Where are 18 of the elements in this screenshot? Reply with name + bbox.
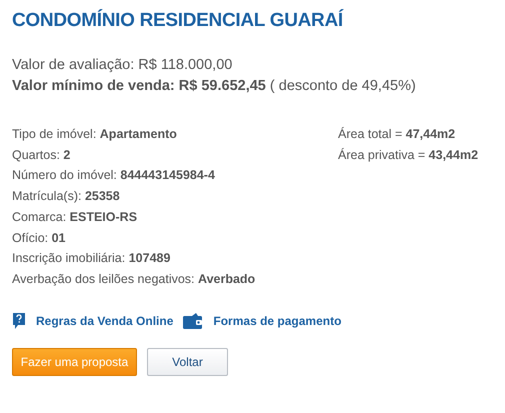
help-icon — [12, 312, 26, 330]
minimum-sale-value: Valor mínimo de venda: R$ 59.652,45 ( desconto de 49,45%) — [12, 77, 417, 96]
area-detail: Área total = 47,44m2 — [338, 126, 456, 143]
property-detail: Número do imóvel: 844443145984-4 — [12, 167, 216, 184]
property-detail: Ofício: 01 — [12, 230, 66, 247]
info-link[interactable]: Formas de pagamento — [213, 314, 342, 328]
property-detail: Comarca: ESTEIO-RS — [12, 208, 138, 226]
property-detail: Quartos: 2 — [12, 146, 72, 164]
area-detail: Área privativa = 43,44m2 — [338, 146, 478, 164]
property-detail: Inscrição imobiliária: 107489 — [12, 250, 172, 268]
property-title: CONDOMÍNIO RESIDENCIAL GUARAÍ — [12, 10, 344, 32]
property-detail: Matrícula(s): 25358 — [12, 188, 121, 206]
info-link[interactable]: Regras da Venda Online — [36, 314, 174, 328]
back-button[interactable]: Voltar — [147, 348, 228, 376]
property-detail: Averbação dos leilões negativos: Averbado — [12, 270, 256, 288]
appraisal-value: Valor de avaliação: R$ 118.000,00 — [12, 56, 234, 75]
property-detail: Tipo de imóvel: Apartamento — [12, 126, 178, 143]
wallet-icon — [183, 312, 204, 329]
